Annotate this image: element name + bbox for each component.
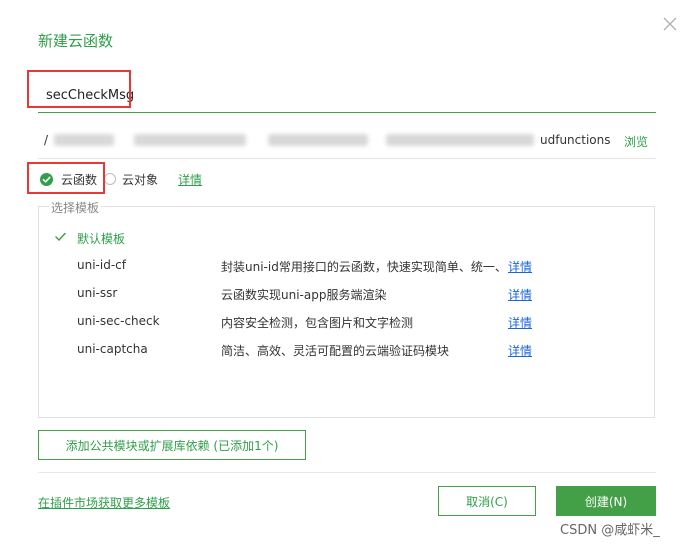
watermark: CSDN @咸虾米_ xyxy=(560,523,660,538)
radio-cloud-object[interactable]: 云对象 xyxy=(104,168,158,190)
template-row[interactable]: uni-id-cf 封装uni-id常用接口的云函数，快速实现简单、统一、 详情 xyxy=(39,255,654,277)
function-name-field xyxy=(38,76,656,113)
function-name-input[interactable] xyxy=(46,84,446,106)
type-detail-link[interactable]: 详情 xyxy=(178,168,202,190)
footer-divider xyxy=(38,472,656,473)
browse-link[interactable]: 浏览 xyxy=(624,133,648,150)
path-redacted-4 xyxy=(386,134,534,146)
radio-unchecked-icon xyxy=(104,173,116,185)
path-redacted-3 xyxy=(268,134,368,146)
create-button[interactable]: 创建(N) xyxy=(556,486,656,516)
template-desc: 简洁、高效、灵活可配置的云端验证码模块 xyxy=(221,344,450,358)
plugin-market-link[interactable]: 在插件市场获取更多模板 xyxy=(38,494,170,511)
template-group: 选择模板 默认模板 uni-id-cf 封装uni-id常用接口的云函数，快速实… xyxy=(38,199,655,418)
template-legend: 选择模板 xyxy=(49,199,102,216)
template-name: uni-ssr xyxy=(77,286,118,300)
template-name: 默认模板 xyxy=(77,232,126,246)
template-row[interactable]: uni-sec-check 内容安全检测，包含图片和文字检测 详情 xyxy=(39,311,654,333)
radio-cloud-function[interactable]: 云函数 xyxy=(40,168,97,190)
add-module-button[interactable]: 添加公共模块或扩展库依赖 (已添加1个) xyxy=(38,430,306,460)
path-redacted-1 xyxy=(54,134,114,146)
template-desc: 内容安全检测，包含图片和文字检测 xyxy=(221,316,414,330)
template-name: uni-id-cf xyxy=(77,258,126,272)
radio-checked-icon xyxy=(40,172,53,186)
template-name: uni-captcha xyxy=(77,342,148,356)
template-row[interactable]: uni-ssr 云函数实现uni-app服务端渲染 详情 xyxy=(39,283,654,305)
template-row[interactable]: 默认模板 xyxy=(39,227,654,249)
type-detail-label: 详情 xyxy=(178,172,203,187)
template-row[interactable]: uni-captcha 简洁、高效、灵活可配置的云端验证码模块 详情 xyxy=(39,339,654,361)
new-cloud-function-dialog: 新建云函数 / udfunctions 浏览 云函数 云对象 xyxy=(0,0,692,545)
template-detail-link[interactable]: 详情 xyxy=(508,258,532,275)
template-detail-link[interactable]: 详情 xyxy=(508,286,532,303)
template-detail-link[interactable]: 详情 xyxy=(508,342,532,359)
path-suffix: udfunctions xyxy=(540,133,611,147)
check-icon xyxy=(55,231,66,245)
path-redacted-2 xyxy=(134,134,246,146)
close-icon[interactable] xyxy=(662,16,678,32)
template-desc: 封装uni-id常用接口的云函数，快速实现简单、统一、 xyxy=(221,260,507,274)
template-name: uni-sec-check xyxy=(77,314,160,328)
radio-cloud-function-label: 云函数 xyxy=(61,172,98,187)
path-prefix: / xyxy=(44,133,49,147)
function-type-selector: 云函数 云对象 详情 xyxy=(38,168,438,190)
template-desc: 云函数实现uni-app服务端渲染 xyxy=(221,288,387,302)
dialog-title: 新建云函数 xyxy=(38,32,114,50)
template-detail-link[interactable]: 详情 xyxy=(508,314,532,331)
cancel-button[interactable]: 取消(C) xyxy=(438,486,536,516)
radio-cloud-object-label: 云对象 xyxy=(122,172,159,187)
path-row: / udfunctions 浏览 xyxy=(38,124,656,159)
